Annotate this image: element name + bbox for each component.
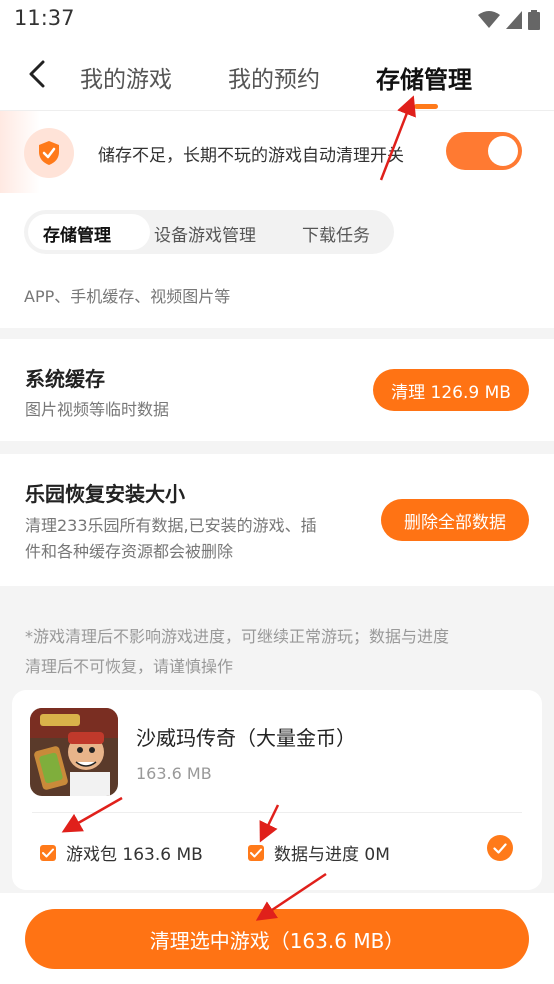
tab-my-reservations[interactable]: 我的预约 bbox=[228, 60, 320, 94]
option-data-progress[interactable]: 数据与进度 0M bbox=[248, 840, 390, 865]
restore-title: 乐园恢复安装大小 bbox=[25, 482, 185, 506]
game-package-label: 游戏包 163.6 MB bbox=[66, 845, 203, 865]
cleanup-note-line2: 清理后不可恢复，请谨慎操作 bbox=[25, 657, 234, 676]
game-card-divider bbox=[32, 812, 522, 813]
cleanup-note: *游戏清理后不影响游戏进度，可继续正常游玩；数据与进度 清理后不可恢复，请谨慎操… bbox=[25, 622, 535, 682]
segment-download-tasks[interactable]: 下载任务 bbox=[302, 221, 370, 246]
top-nav: 我的游戏 我的预约 存储管理 bbox=[0, 40, 554, 111]
check-circle-icon bbox=[493, 842, 507, 854]
auto-clean-label: 储存不足，长期不玩的游戏自动清理开关 bbox=[98, 146, 404, 166]
shield-badge bbox=[24, 128, 74, 178]
system-icons bbox=[478, 10, 540, 30]
data-progress-label: 数据与进度 0M bbox=[274, 845, 390, 865]
restore-card: 乐园恢复安装大小 清理233乐园所有数据,已安装的游戏、插 件和各种缓存资源都会… bbox=[0, 454, 554, 586]
option-game-package[interactable]: 游戏包 163.6 MB bbox=[40, 840, 203, 865]
cleanup-note-line1: *游戏清理后不影响游戏进度，可继续正常游玩；数据与进度 bbox=[25, 627, 450, 646]
shield-check-icon bbox=[39, 141, 59, 165]
tab-my-games[interactable]: 我的游戏 bbox=[80, 60, 172, 94]
auto-clean-notice: 储存不足，长期不玩的游戏自动清理开关 bbox=[0, 111, 554, 193]
back-button[interactable] bbox=[22, 56, 52, 92]
clean-cache-button[interactable]: 清理 126.9 MB bbox=[373, 369, 529, 411]
checkmark-icon bbox=[42, 848, 54, 857]
restore-desc-line2: 件和各种缓存资源都会被删除 bbox=[25, 542, 234, 561]
system-cache-title: 系统缓存 bbox=[25, 367, 105, 391]
segment-storage-management[interactable]: 存储管理 bbox=[43, 221, 111, 246]
game-artwork-icon bbox=[30, 708, 118, 796]
restore-desc-line1: 清理233乐园所有数据,已安装的游戏、插 bbox=[25, 516, 317, 535]
game-icon bbox=[30, 708, 118, 796]
wifi-icon bbox=[478, 11, 500, 28]
partial-section-desc: APP、手机缓存、视频图片等 bbox=[24, 287, 231, 306]
storage-section-header: 存储管理 设备游戏管理 下载任务 ———————————————————— AP… bbox=[0, 193, 554, 328]
system-cache-card: 系统缓存 图片视频等临时数据 清理 126.9 MB bbox=[0, 339, 554, 441]
game-size: 163.6 MB bbox=[136, 764, 212, 783]
system-cache-desc: 图片视频等临时数据 bbox=[25, 400, 170, 419]
active-tab-indicator bbox=[414, 104, 438, 109]
game-select-toggle[interactable] bbox=[487, 835, 513, 861]
bottom-action-bar: 清理选中游戏（163.6 MB） bbox=[0, 893, 554, 984]
game-package-checkbox[interactable] bbox=[40, 844, 56, 861]
tab-storage-management[interactable]: 存储管理 bbox=[376, 60, 472, 95]
game-card[interactable]: 沙威玛传奇（大量金币） 163.6 MB 游戏包 163.6 MB 数据与进度 … bbox=[12, 690, 542, 890]
battery-icon bbox=[528, 10, 540, 30]
signal-icon bbox=[506, 11, 522, 29]
auto-clean-toggle[interactable] bbox=[446, 132, 522, 170]
clipped-text-line: ———————————————————— bbox=[24, 261, 424, 271]
toggle-knob bbox=[488, 136, 518, 166]
checkmark-icon bbox=[250, 848, 262, 857]
clean-selected-games-button[interactable]: 清理选中游戏（163.6 MB） bbox=[25, 909, 529, 969]
segmented-control: 存储管理 设备游戏管理 下载任务 bbox=[24, 210, 394, 254]
back-arrow-icon bbox=[29, 60, 45, 88]
delete-all-data-button[interactable]: 删除全部数据 bbox=[381, 499, 529, 541]
data-progress-checkbox[interactable] bbox=[248, 844, 264, 861]
status-bar: 11:37 bbox=[0, 0, 554, 40]
segment-device-games[interactable]: 设备游戏管理 bbox=[154, 221, 256, 246]
game-name: 沙威玛传奇（大量金币） bbox=[136, 726, 356, 750]
status-time: 11:37 bbox=[14, 6, 75, 30]
